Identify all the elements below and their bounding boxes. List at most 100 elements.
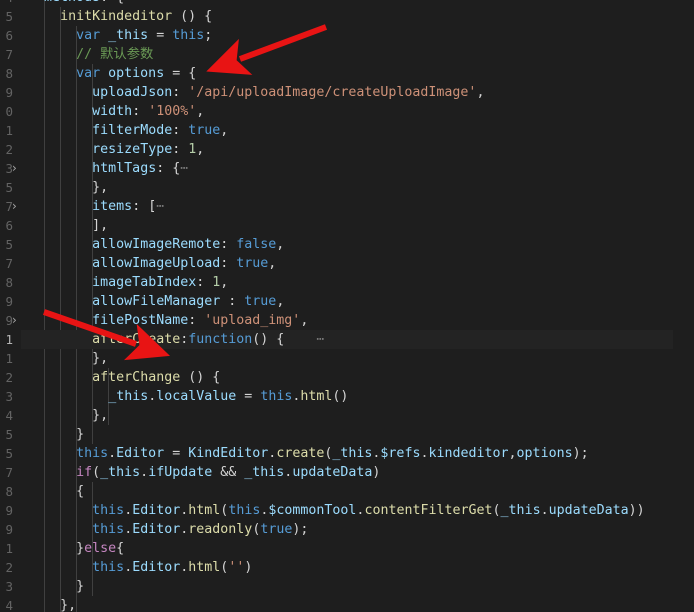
gutter-row[interactable]: 6 [0,26,21,45]
line-number: 5 [5,180,13,195]
gutter-row[interactable]: 9 › [0,311,21,330]
code-token-pun: : [172,85,189,100]
gutter-row[interactable]: 1 [0,121,21,140]
gutter-row[interactable]: 1 [0,349,21,368]
gutter-row[interactable]: 9 [0,501,21,520]
code-token-pun: : [172,142,189,157]
code-token-pun: ) [372,465,381,480]
code-token-prop: allowImageRemote [92,237,221,252]
code-token-pun: : [220,294,245,309]
code-token-pun [284,332,316,347]
code-token-kw: this [92,560,125,575]
code-token-pun: { [76,484,85,499]
gutter-row[interactable]: 1 [0,539,21,558]
gutter-row[interactable]: 2 [0,140,21,159]
code-token-kw: true [188,123,221,138]
code-token-pun: , [508,446,517,461]
gutter-row[interactable]: 3 [0,577,21,596]
code-token-prop: _this [100,465,141,480]
line-number: 7 [5,47,13,62]
gutter-row[interactable]: 3 [0,387,21,406]
code-token-pun: : [172,123,189,138]
line-number: 7 [5,256,13,271]
gutter-row[interactable]: 7 [0,45,21,64]
line-number-gutter[interactable]: 4 5 6 7 8 9 0 1 2 3› 5 7› 6 5 7 8 9 9› 1 1 2 3 4 5 5 7 8 9 9 1 2 3 4 [0,0,21,612]
fold-chevron-icon[interactable]: › [12,159,24,178]
gutter-row[interactable]: 4 [0,406,21,425]
gutter-row[interactable]: 2 [0,558,21,577]
gutter-row[interactable]: 0 [0,102,21,121]
code-content[interactable]: methods: {initKindeditor () {var _this =… [21,0,694,612]
code-token-pun: , [276,237,285,252]
code-token-pun: = [164,446,189,461]
code-token-fn: html [188,503,221,518]
gutter-row[interactable]: 8 [0,273,21,292]
code-token-pun: = [148,28,173,43]
code-token-prop: kindeditor [428,446,509,461]
code-token-pun: . [140,465,149,480]
line-number: 6 [5,28,13,43]
gutter-row[interactable]: 5 [0,444,21,463]
code-line: items: [⋯ [92,197,164,216]
gutter-row[interactable]: 8 [0,64,21,83]
code-token-prop: options [516,446,573,461]
code-token-pun: ], [92,218,109,233]
code-token-prop: _this [244,465,285,480]
gutter-row[interactable]: 7 [0,254,21,273]
gutter-row[interactable]: 5 [0,7,21,26]
code-line: this.Editor = KindEditor.create(_this.$r… [76,444,589,463]
gutter-row[interactable]: 4 [0,596,21,612]
code-line: this.Editor.html(this.$commonTool.conten… [92,501,645,520]
line-number: 2 [5,370,13,385]
code-token-fold: ⋯ [180,161,189,176]
code-token-pun: = { [164,66,197,81]
code-token-kw: this [92,522,125,537]
code-line: allowFileManager : true, [92,292,284,311]
gutter-row[interactable]: 9 [0,520,21,539]
code-token-prop: Editor [132,503,181,518]
code-line: resizeType: 1, [92,140,204,159]
gutter-row[interactable]: 7 › [0,197,21,216]
code-token-str: '/api/uploadImage/createUploadImage' [188,85,477,100]
gutter-row[interactable]: 4 [0,0,21,7]
code-line: // 默认参数 [76,45,153,64]
line-number: 6 [5,218,13,233]
code-line: allowImageRemote: false, [92,235,284,254]
gutter-row[interactable]: 9 [0,292,21,311]
code-token-pun: . [124,560,133,575]
code-token-pun: . [540,503,549,518]
gutter-row[interactable]: 2 [0,368,21,387]
gutter-row[interactable]: 3 › [0,159,21,178]
code-token-pun: () [332,389,349,404]
code-token-kw: true [236,256,269,271]
code-token-pun: , [196,142,205,157]
code-token-pun: : [132,104,149,119]
code-token-prop: $refs [380,446,421,461]
code-token-fn: afterCreate [92,332,181,347]
gutter-row[interactable]: 5 [0,235,21,254]
line-number: 3 [5,579,13,594]
code-line: _this.localValue = this.html() [108,387,348,406]
code-token-pun: . [124,522,133,537]
fold-chevron-icon[interactable]: › [12,311,24,330]
code-token-fn: contentFilterGet [364,503,493,518]
code-token-pun: : [188,313,205,328]
gutter-row[interactable]: 5 [0,425,21,444]
fold-chevron-icon[interactable]: › [12,197,24,216]
code-line: this.Editor.readonly(true); [92,520,308,539]
gutter-row[interactable]: 7 [0,463,21,482]
gutter-row[interactable]: 1 [0,330,21,349]
code-token-kw: this [172,28,205,43]
gutter-row[interactable]: 8 [0,482,21,501]
code-token-prop: _this [500,503,541,518]
code-token-pun: : [196,275,213,290]
code-token-pun: ( [92,465,101,480]
gutter-row[interactable]: 6 [0,216,21,235]
code-token-cmt: // 默认参数 [76,47,154,62]
gutter-row[interactable]: 9 [0,83,21,102]
gutter-row[interactable]: 5 [0,178,21,197]
line-number: 5 [5,9,13,24]
code-editor[interactable]: methods: {initKindeditor () {var _this =… [0,0,694,612]
line-number: 3 [5,389,13,404]
line-number: 2 [5,560,13,575]
